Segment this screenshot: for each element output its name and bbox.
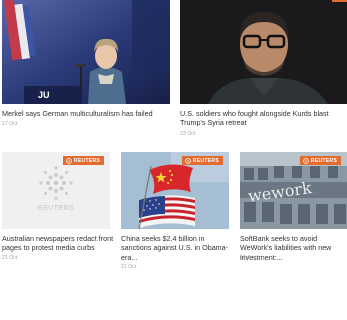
news-card-australia[interactable]: REUTERS REUTERS Australian newspapers re… [0, 152, 114, 267]
reuters-wordmark: REUTERS [38, 205, 75, 212]
soldier-photo[interactable] [180, 0, 347, 104]
article-date: 18 Oct [240, 255, 256, 261]
podium-logo-text: JU [38, 90, 50, 100]
article-title[interactable]: China seeks $2.4 billion in sanctions ag… [121, 234, 229, 262]
reuters-badge: REUTERS [181, 156, 223, 165]
merkel-photo[interactable]: JU [2, 0, 170, 104]
article-date: 21 Oct [121, 264, 137, 270]
badge-label: REUTERS [192, 157, 219, 164]
article-title[interactable]: SoftBank seeks to avoid WeWork's liabili… [240, 234, 347, 262]
reuters-badge-icon [184, 157, 191, 164]
reuters-placeholder-image[interactable]: REUTERS REUTERS [2, 152, 110, 229]
reuters-badge: REUTERS [299, 156, 341, 165]
flags-photo[interactable]: REUTERS [121, 152, 229, 229]
article-title[interactable]: U.S. soldiers who fought alongside Kurds… [180, 109, 340, 128]
badge-label: REUTERS [310, 157, 337, 164]
merkel-photo-art: JU [2, 0, 170, 104]
badge-label: REUTERS [73, 157, 100, 164]
news-card-merkel[interactable]: JU Merkel says German multiculturalism h… [0, 0, 170, 130]
wework-photo[interactable]: wework REUTERS [240, 152, 347, 229]
article-date: 23 Oct [180, 131, 196, 137]
news-card-soldiers[interactable]: U.S. soldiers who fought alongside Kurds… [180, 0, 347, 137]
article-date: 17 Oct [2, 121, 18, 127]
reuters-badge: REUTERS [62, 156, 104, 165]
article-date: 21 Oct [2, 255, 18, 261]
news-card-softbank[interactable]: wework REUTERS SoftBank seeks to avoid W… [240, 152, 347, 267]
article-title[interactable]: Merkel says German multiculturalism has … [2, 109, 168, 118]
soldier-photo-art [180, 0, 347, 104]
article-title[interactable]: Australian newspapers redact front pages… [2, 234, 114, 253]
reuters-badge-icon [65, 157, 72, 164]
reuters-badge-icon [302, 157, 309, 164]
news-card-china[interactable]: REUTERS China seeks $2.4 billion in sanc… [121, 152, 231, 272]
